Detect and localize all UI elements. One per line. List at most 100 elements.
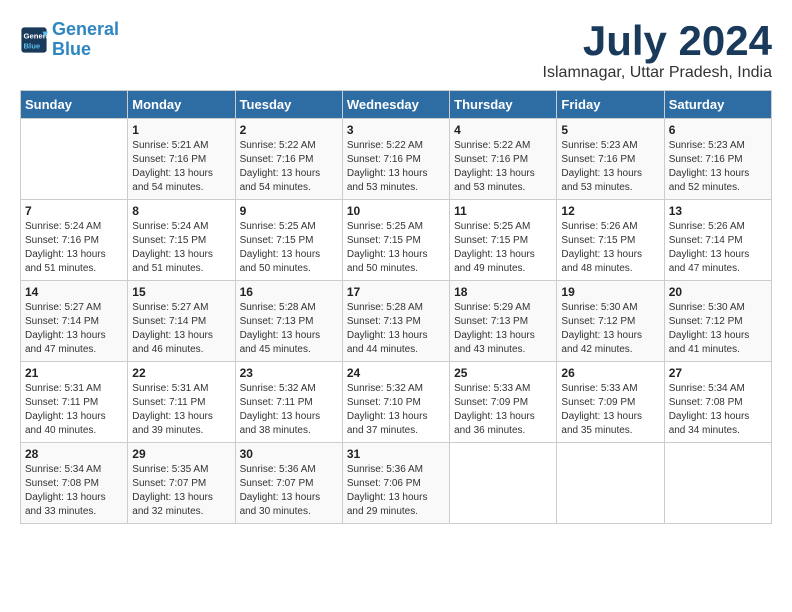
day-info: Sunrise: 5:33 AM Sunset: 7:09 PM Dayligh… (561, 382, 659, 438)
calendar-cell: 21 Sunrise: 5:31 AM Sunset: 7:11 PM Dayl… (21, 362, 128, 443)
daylight-label: Daylight: 13 hours and 50 minutes. (347, 249, 428, 274)
day-number: 9 (240, 204, 338, 218)
day-info: Sunrise: 5:30 AM Sunset: 7:12 PM Dayligh… (561, 301, 659, 357)
daylight-label: Daylight: 13 hours and 35 minutes. (561, 411, 642, 436)
daylight-label: Daylight: 13 hours and 44 minutes. (347, 330, 428, 355)
logo-icon: General Blue (20, 26, 48, 54)
header-monday: Monday (128, 91, 235, 119)
daylight-label: Daylight: 13 hours and 47 minutes. (669, 249, 750, 274)
sunrise-label: Sunrise: 5:21 AM (132, 140, 208, 151)
day-info: Sunrise: 5:23 AM Sunset: 7:16 PM Dayligh… (669, 139, 767, 195)
day-info: Sunrise: 5:36 AM Sunset: 7:07 PM Dayligh… (240, 463, 338, 519)
day-number: 30 (240, 447, 338, 461)
calendar-cell: 19 Sunrise: 5:30 AM Sunset: 7:12 PM Dayl… (557, 281, 664, 362)
calendar-cell: 27 Sunrise: 5:34 AM Sunset: 7:08 PM Dayl… (664, 362, 771, 443)
title-block: July 2024 Islamnagar, Uttar Pradesh, Ind… (543, 20, 772, 82)
calendar-week-3: 14 Sunrise: 5:27 AM Sunset: 7:14 PM Dayl… (21, 281, 772, 362)
calendar-cell (557, 443, 664, 524)
sunrise-label: Sunrise: 5:23 AM (669, 140, 745, 151)
calendar-cell: 3 Sunrise: 5:22 AM Sunset: 7:16 PM Dayli… (342, 119, 449, 200)
sunset-label: Sunset: 7:16 PM (240, 154, 314, 165)
day-info: Sunrise: 5:36 AM Sunset: 7:06 PM Dayligh… (347, 463, 445, 519)
day-number: 18 (454, 285, 552, 299)
daylight-label: Daylight: 13 hours and 33 minutes. (25, 492, 106, 517)
sunrise-label: Sunrise: 5:34 AM (25, 464, 101, 475)
daylight-label: Daylight: 13 hours and 42 minutes. (561, 330, 642, 355)
calendar-cell: 31 Sunrise: 5:36 AM Sunset: 7:06 PM Dayl… (342, 443, 449, 524)
sunset-label: Sunset: 7:15 PM (454, 235, 528, 246)
day-info: Sunrise: 5:25 AM Sunset: 7:15 PM Dayligh… (454, 220, 552, 276)
day-number: 27 (669, 366, 767, 380)
daylight-label: Daylight: 13 hours and 36 minutes. (454, 411, 535, 436)
sunrise-label: Sunrise: 5:22 AM (347, 140, 423, 151)
sunrise-label: Sunrise: 5:27 AM (25, 302, 101, 313)
calendar-cell: 28 Sunrise: 5:34 AM Sunset: 7:08 PM Dayl… (21, 443, 128, 524)
sunset-label: Sunset: 7:12 PM (561, 316, 635, 327)
calendar-cell: 20 Sunrise: 5:30 AM Sunset: 7:12 PM Dayl… (664, 281, 771, 362)
day-number: 1 (132, 123, 230, 137)
day-number: 6 (669, 123, 767, 137)
sunset-label: Sunset: 7:16 PM (132, 154, 206, 165)
calendar-cell: 6 Sunrise: 5:23 AM Sunset: 7:16 PM Dayli… (664, 119, 771, 200)
calendar-week-5: 28 Sunrise: 5:34 AM Sunset: 7:08 PM Dayl… (21, 443, 772, 524)
sunrise-label: Sunrise: 5:30 AM (561, 302, 637, 313)
calendar-week-4: 21 Sunrise: 5:31 AM Sunset: 7:11 PM Dayl… (21, 362, 772, 443)
daylight-label: Daylight: 13 hours and 46 minutes. (132, 330, 213, 355)
day-number: 11 (454, 204, 552, 218)
calendar-cell: 24 Sunrise: 5:32 AM Sunset: 7:10 PM Dayl… (342, 362, 449, 443)
sunset-label: Sunset: 7:13 PM (454, 316, 528, 327)
day-info: Sunrise: 5:24 AM Sunset: 7:16 PM Dayligh… (25, 220, 123, 276)
day-number: 2 (240, 123, 338, 137)
calendar-cell: 23 Sunrise: 5:32 AM Sunset: 7:11 PM Dayl… (235, 362, 342, 443)
calendar-cell: 14 Sunrise: 5:27 AM Sunset: 7:14 PM Dayl… (21, 281, 128, 362)
sunrise-label: Sunrise: 5:30 AM (669, 302, 745, 313)
day-number: 22 (132, 366, 230, 380)
calendar-cell: 7 Sunrise: 5:24 AM Sunset: 7:16 PM Dayli… (21, 200, 128, 281)
day-info: Sunrise: 5:27 AM Sunset: 7:14 PM Dayligh… (25, 301, 123, 357)
sunset-label: Sunset: 7:11 PM (25, 397, 98, 408)
sunset-label: Sunset: 7:15 PM (132, 235, 206, 246)
daylight-label: Daylight: 13 hours and 54 minutes. (240, 168, 321, 193)
calendar-header-row: SundayMondayTuesdayWednesdayThursdayFrid… (21, 91, 772, 119)
sunset-label: Sunset: 7:09 PM (561, 397, 635, 408)
sunrise-label: Sunrise: 5:28 AM (347, 302, 423, 313)
calendar-cell: 11 Sunrise: 5:25 AM Sunset: 7:15 PM Dayl… (450, 200, 557, 281)
sunrise-label: Sunrise: 5:31 AM (25, 383, 101, 394)
sunrise-label: Sunrise: 5:26 AM (669, 221, 745, 232)
sunset-label: Sunset: 7:11 PM (240, 397, 313, 408)
calendar-cell: 26 Sunrise: 5:33 AM Sunset: 7:09 PM Dayl… (557, 362, 664, 443)
location: Islamnagar, Uttar Pradesh, India (543, 64, 772, 82)
day-number: 17 (347, 285, 445, 299)
calendar-cell: 18 Sunrise: 5:29 AM Sunset: 7:13 PM Dayl… (450, 281, 557, 362)
sunrise-label: Sunrise: 5:23 AM (561, 140, 637, 151)
svg-text:Blue: Blue (24, 41, 41, 50)
sunset-label: Sunset: 7:15 PM (240, 235, 314, 246)
daylight-label: Daylight: 13 hours and 53 minutes. (347, 168, 428, 193)
sunset-label: Sunset: 7:07 PM (240, 478, 314, 489)
sunset-label: Sunset: 7:06 PM (347, 478, 421, 489)
day-info: Sunrise: 5:28 AM Sunset: 7:13 PM Dayligh… (240, 301, 338, 357)
day-info: Sunrise: 5:28 AM Sunset: 7:13 PM Dayligh… (347, 301, 445, 357)
calendar-cell: 1 Sunrise: 5:21 AM Sunset: 7:16 PM Dayli… (128, 119, 235, 200)
sunset-label: Sunset: 7:10 PM (347, 397, 421, 408)
sunset-label: Sunset: 7:16 PM (669, 154, 743, 165)
calendar-cell: 30 Sunrise: 5:36 AM Sunset: 7:07 PM Dayl… (235, 443, 342, 524)
day-number: 31 (347, 447, 445, 461)
day-number: 24 (347, 366, 445, 380)
day-info: Sunrise: 5:31 AM Sunset: 7:11 PM Dayligh… (132, 382, 230, 438)
day-number: 21 (25, 366, 123, 380)
daylight-label: Daylight: 13 hours and 52 minutes. (669, 168, 750, 193)
day-info: Sunrise: 5:32 AM Sunset: 7:11 PM Dayligh… (240, 382, 338, 438)
sunset-label: Sunset: 7:16 PM (454, 154, 528, 165)
calendar-cell (450, 443, 557, 524)
sunrise-label: Sunrise: 5:32 AM (347, 383, 423, 394)
month-title: July 2024 (543, 20, 772, 62)
logo-line1: General (52, 19, 119, 39)
daylight-label: Daylight: 13 hours and 34 minutes. (669, 411, 750, 436)
day-info: Sunrise: 5:22 AM Sunset: 7:16 PM Dayligh… (454, 139, 552, 195)
day-number: 12 (561, 204, 659, 218)
calendar-week-2: 7 Sunrise: 5:24 AM Sunset: 7:16 PM Dayli… (21, 200, 772, 281)
daylight-label: Daylight: 13 hours and 51 minutes. (25, 249, 106, 274)
sunrise-label: Sunrise: 5:22 AM (240, 140, 316, 151)
day-info: Sunrise: 5:32 AM Sunset: 7:10 PM Dayligh… (347, 382, 445, 438)
